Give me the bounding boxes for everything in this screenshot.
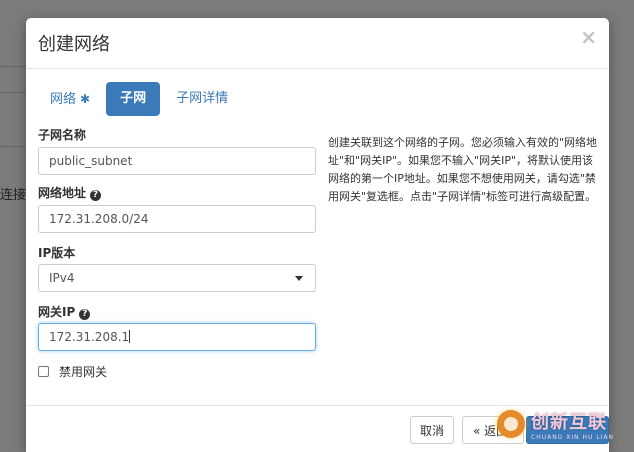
- brand-watermark-text: 创新互联 CHUANG XIN HU LIAN: [531, 408, 614, 441]
- disable-gateway-row[interactable]: 禁用网关: [38, 363, 107, 380]
- brand-name-en: CHUANG XIN HU LIAN: [531, 433, 615, 441]
- gateway-ip-label-group: 网关IP?: [38, 303, 91, 320]
- chevron-down-icon: [295, 276, 303, 281]
- subnet-name-input[interactable]: public_subnet: [38, 147, 316, 175]
- dialog-title: 创建网络: [38, 34, 110, 55]
- subnet-name-value: public_subnet: [49, 154, 133, 168]
- network-address-label: 网络地址: [38, 186, 87, 200]
- tab-network[interactable]: 网络 ✱: [38, 82, 102, 116]
- backdrop-divider: [0, 146, 26, 147]
- subnet-help-text: 创建关联到这个网络的子网。您必须输入有效的"网络地址"和"网关IP"。如果您不输…: [328, 136, 598, 203]
- brand-logo-icon: [497, 410, 525, 438]
- disable-gateway-label: 禁用网关: [59, 365, 108, 379]
- backdrop-divider: [0, 66, 26, 67]
- text-cursor: [129, 330, 131, 343]
- required-asterisk-icon: ✱: [80, 92, 91, 106]
- backdrop-divider: [0, 92, 26, 93]
- close-icon[interactable]: ×: [580, 25, 597, 49]
- disable-gateway-checkbox[interactable]: [38, 366, 49, 377]
- help-icon[interactable]: ?: [79, 309, 91, 320]
- network-address-input[interactable]: 172.31.208.0/24: [38, 205, 316, 233]
- network-address-value: 172.31.208.0/24: [49, 212, 149, 226]
- ip-version-select[interactable]: IPv4: [38, 264, 316, 292]
- brand-name-cn: 创新互联: [531, 411, 607, 433]
- network-address-label-group: 网络地址?: [38, 184, 102, 201]
- subnet-name-label: 子网名称: [38, 128, 87, 142]
- help-icon[interactable]: ?: [90, 190, 102, 201]
- tab-network-label: 网络: [50, 92, 77, 107]
- gateway-ip-input[interactable]: 172.31.208.1: [38, 323, 316, 351]
- wizard-tabs: 网络 ✱ 子网 子网详情: [38, 82, 244, 118]
- create-network-dialog: 创建网络 × 网络 ✱ 子网 子网详情 子网名称 public_subnet 网络…: [26, 18, 609, 452]
- tab-subnet-details-label: 子网详情: [176, 91, 229, 106]
- ip-version-value: IPv4: [49, 271, 75, 285]
- gateway-ip-label: 网关IP: [38, 305, 76, 319]
- ip-version-label: IP版本: [38, 246, 76, 260]
- tab-subnet[interactable]: 子网: [106, 82, 161, 116]
- gateway-ip-value: 172.31.208.1: [49, 330, 130, 344]
- dialog-header: 创建网络 ×: [26, 18, 609, 69]
- tab-subnet-label: 子网: [120, 91, 147, 106]
- tab-subnet-details[interactable]: 子网详情: [164, 82, 240, 116]
- brand-watermark: 创新互联 CHUANG XIN HU LIAN: [497, 400, 629, 448]
- cancel-button[interactable]: 取消: [410, 416, 454, 444]
